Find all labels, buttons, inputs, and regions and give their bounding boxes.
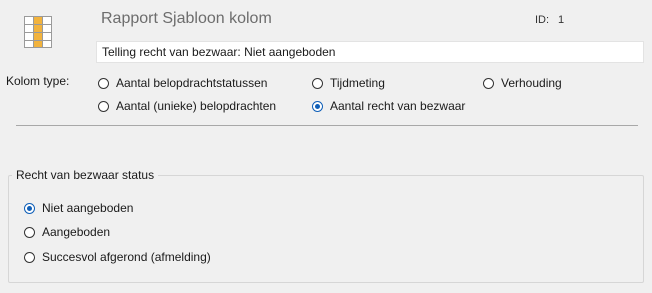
radio-circle-icon xyxy=(24,226,35,238)
radio-circle-icon xyxy=(98,77,109,89)
radio-aantal-recht-van-bezwaar[interactable]: Aantal recht van bezwaar xyxy=(312,99,465,113)
radio-aantal-unieke-belopdrachten[interactable]: Aantal (unieke) belopdrachten xyxy=(98,99,276,113)
radio-label: Succesvol afgerond (afmelding) xyxy=(42,250,211,264)
radio-niet-aangeboden[interactable]: Niet aangeboden xyxy=(24,201,133,215)
divider xyxy=(16,125,638,126)
id-value: 1 xyxy=(558,14,565,26)
radio-label: Tijdmeting xyxy=(330,76,385,90)
radio-circle-icon xyxy=(24,251,35,263)
radio-tijdmeting[interactable]: Tijdmeting xyxy=(312,76,385,90)
page-title: Rapport Sjabloon kolom xyxy=(101,10,272,27)
radio-aantal-belopdrachtstatussen[interactable]: Aantal belopdrachtstatussen xyxy=(98,76,267,90)
radio-label: Aangeboden xyxy=(42,225,111,239)
group-title: Recht van bezwaar status xyxy=(12,168,159,182)
column-name-input[interactable] xyxy=(96,41,644,63)
radio-succesvol-afgerond[interactable]: Succesvol afgerond (afmelding) xyxy=(24,250,211,264)
radio-label: Aantal recht van bezwaar xyxy=(330,99,466,113)
radio-label: Niet aangeboden xyxy=(42,201,134,215)
radio-selected-icon xyxy=(312,100,323,112)
id-label: ID: xyxy=(535,14,550,26)
radio-circle-icon xyxy=(98,100,109,112)
radio-verhouding[interactable]: Verhouding xyxy=(483,76,562,90)
radio-label: Verhouding xyxy=(501,76,562,90)
radio-aangeboden[interactable]: Aangeboden xyxy=(24,225,110,239)
table-column-icon xyxy=(24,16,52,48)
radio-label: Aantal (unieke) belopdrachten xyxy=(116,99,277,113)
radio-circle-icon xyxy=(312,77,323,89)
kolom-type-label: Kolom type: xyxy=(6,74,70,88)
radio-selected-icon xyxy=(24,202,35,214)
radio-label: Aantal belopdrachtstatussen xyxy=(116,76,268,90)
radio-circle-icon xyxy=(483,77,494,89)
